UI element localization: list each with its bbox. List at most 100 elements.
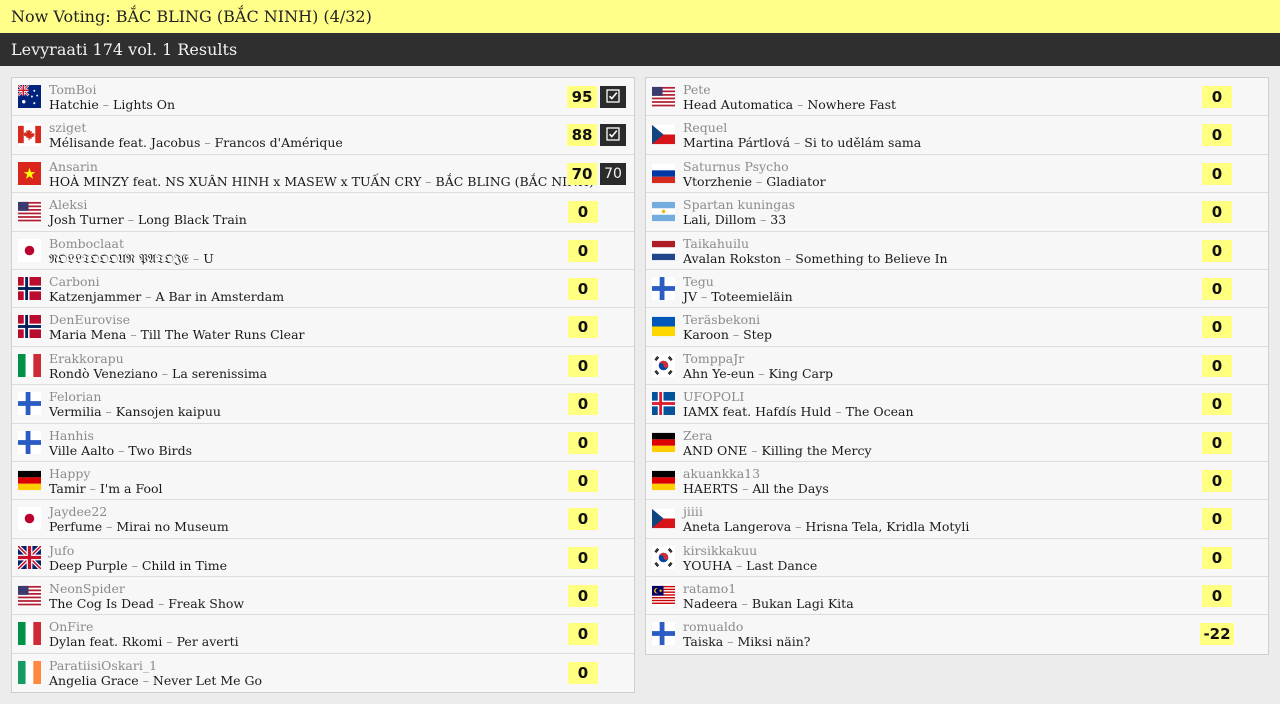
score-badge: 0 — [568, 431, 598, 454]
result-row: TomppaJr Ahn Ye-eun – King Carp 0 — [646, 347, 1268, 386]
voter-name: Teräsbekoni — [683, 312, 761, 328]
song-title: King Carp — [768, 365, 833, 381]
score-badge: 0 — [568, 469, 598, 492]
flag-de-icon — [652, 469, 675, 492]
song-artist: Nadeera — [683, 596, 738, 612]
result-row: UFOPOLI IAMX feat. Hafdís Huld – The Ocea… — [646, 385, 1268, 424]
song-artist: Avalan Rokston — [683, 250, 782, 266]
song-artist: Katzenjammer — [49, 288, 142, 304]
flag-us-icon — [18, 584, 41, 608]
score-badge: 0 — [568, 277, 598, 300]
song-title: Nowhere Fast — [807, 97, 897, 112]
flag-de-icon — [652, 431, 675, 454]
voter-name: TomBoi — [49, 82, 97, 97]
flag-au-icon — [18, 85, 41, 108]
song-separator: – — [752, 173, 767, 189]
voter-name: Requel — [683, 120, 728, 136]
song-separator: – — [791, 519, 806, 535]
song-title: Last Dance — [746, 557, 818, 573]
song-line: Josh Turner – Long Black Train — [49, 212, 247, 227]
result-row: Jufo Deep Purple – Child in Time 0 — [12, 539, 634, 578]
result-row: Saturnus Psycho Vtorzhenie – Gladiator 0 — [646, 155, 1268, 194]
song-line: Avalan Rokston – Something to Believe In — [683, 251, 948, 266]
song-artist: Vtorzhenie — [683, 173, 753, 189]
song-artist: Perfume — [49, 519, 103, 535]
song-line: Rondò Veneziano – La serenissima — [49, 366, 267, 381]
voter-name: ParatiisiOskari_1 — [49, 657, 158, 673]
song-artist: Taiska — [683, 634, 724, 650]
song-separator: – — [141, 288, 156, 304]
song-title: Long Black Train — [137, 212, 247, 228]
result-row: Zera AND ONE – Killing the Mercy 0 — [646, 424, 1268, 462]
flag-ie-icon — [18, 660, 41, 684]
song-line: Perfume – Mirai no Museum — [49, 519, 229, 534]
song-line: Dylan feat. Rkomi – Per averti — [49, 634, 239, 649]
score-badge: 0 — [1202, 162, 1232, 185]
score-badge: 70 — [567, 162, 597, 185]
flag-gb-icon — [18, 545, 41, 569]
song-separator: – — [157, 365, 173, 381]
score-badge: 0 — [568, 661, 598, 684]
song-line: Vtorzhenie – Gladiator — [683, 174, 826, 189]
now-voting-banner: Now Voting: BẮC BLING (BẮC NINH) (4/32) — [0, 0, 1280, 33]
voter-name: Spartan kuningas — [683, 197, 796, 213]
song-separator: – — [831, 404, 846, 420]
voter-name: Jaydee22 — [49, 504, 108, 520]
song-separator: – — [737, 596, 752, 612]
result-row: Happy Tamir – I'm a Fool 0 — [12, 462, 634, 501]
song-line: IAMX feat. Hafdís Huld – The Ocean — [683, 404, 914, 419]
score-badge: 0 — [568, 239, 598, 262]
flag-ua-icon — [652, 315, 675, 338]
song-artist: Ahn Ye-eun — [683, 365, 755, 381]
voter-name: akuankka13 — [683, 465, 761, 481]
song-separator: – — [731, 557, 747, 573]
result-row: jiiii Aneta Langerova – Hrisna Tela, Krid… — [646, 500, 1268, 539]
song-title: Step — [743, 327, 773, 343]
voter-name: Happy — [49, 465, 91, 481]
song-separator: – — [747, 442, 762, 458]
result-row: ratamo1 Nadeera – Bukan Lagi Kita 0 — [646, 577, 1268, 616]
flag-vn-icon — [18, 161, 41, 185]
flag-ca-icon — [18, 123, 41, 147]
song-line: YOUHA – Last Dance — [683, 558, 817, 573]
song-line: Lali, Dillom – 33 — [683, 212, 786, 227]
song-line: Karoon – Step — [683, 327, 772, 342]
flag-fi-icon — [18, 430, 41, 454]
song-artist: Ville Aalto — [49, 442, 115, 458]
song-artist: YOUHA — [683, 557, 732, 573]
score-badge: 0 — [1202, 585, 1232, 608]
song-artist: Aneta Langerova — [683, 519, 792, 535]
voter-name: Erakkorapu — [49, 350, 124, 366]
score-badge: 0 — [1202, 316, 1232, 339]
song-separator: – — [697, 288, 712, 304]
score-badge: 0 — [568, 546, 598, 569]
checked-icon[interactable] — [600, 124, 626, 147]
voter-name: Pete — [683, 82, 711, 97]
score-badge: 0 — [1202, 508, 1232, 531]
score-badge: 0 — [1202, 354, 1232, 377]
checked-icon[interactable] — [600, 86, 626, 108]
song-separator: – — [793, 97, 808, 112]
song-separator: – — [756, 212, 771, 228]
score-badge: 95 — [567, 86, 597, 108]
song-artist: HAERTS — [683, 480, 739, 496]
score-badge: -22 — [1200, 623, 1234, 646]
song-line: Aneta Langerova – Hrisna Tela, Kridla Mo… — [683, 519, 969, 534]
flag-jp-icon — [18, 238, 41, 262]
score-badge: 0 — [568, 585, 598, 608]
song-artist: Josh Turner — [49, 212, 124, 228]
song-title: Per averti — [176, 634, 239, 650]
result-row: Teräsbekoni Karoon – Step 0 — [646, 308, 1268, 347]
song-title: Two Birds — [128, 442, 193, 458]
song-title: Child in Time — [141, 557, 228, 573]
result-row: kirsikkakuu YOUHA – Last Dance 0 — [646, 539, 1268, 578]
flag-kr-icon — [652, 353, 675, 377]
voter-name: DenEurovise — [49, 312, 131, 328]
result-row: TomBoi Hatchie – Lights On 95 — [12, 78, 634, 117]
song-line: HAERTS – All the Days — [683, 481, 829, 496]
song-line: Mélisande feat. Jacobus – Francos d'Amér… — [49, 135, 343, 150]
result-row: Requel Martina Pártlová – Si to udělám sa… — [646, 116, 1268, 155]
song-title: Si to udělám sama — [804, 135, 922, 151]
song-artist: JV — [683, 288, 698, 304]
song-artist: 𝔑𝔒𝔏𝔏𝔗𝔒𝔒𝔒𝔘𝔑 𝔓𝔄𝔗𝔒𝔍𝔈 — [49, 250, 190, 266]
